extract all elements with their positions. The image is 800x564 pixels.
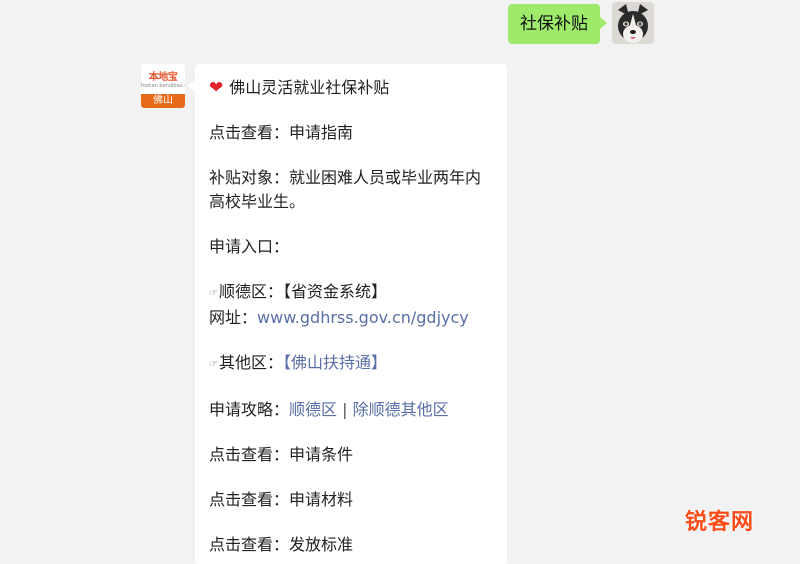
shunde-entry: ☞顺德区：【省资金系统】 网址：www.gdhrss.gov.cn/gdjycy — [209, 280, 493, 330]
guide-link[interactable]: 申请指南 — [289, 123, 353, 142]
guide-label: 点击查看： — [209, 123, 290, 142]
bot-message-bubble: ❤ 佛山灵活就业社保补贴 点击查看：申请指南 补贴对象：就业困难人员或毕业两年内高… — [188, 64, 507, 564]
target-label: 补贴对象： — [209, 168, 290, 187]
others-entry: ☞其他区：【佛山扶持通】 — [209, 351, 493, 377]
pointing-hand-icon: ☞ — [209, 288, 218, 299]
standard-label: 点击查看： — [209, 535, 290, 554]
shunde-system-link[interactable]: 【省资金系统】 — [283, 282, 387, 301]
avatar-brand-text: 本地宝 — [148, 72, 178, 83]
standard-line: 点击查看：发放标准 — [209, 533, 493, 557]
standard-link[interactable]: 发放标准 — [289, 535, 353, 554]
heart-icon: ❤ — [209, 78, 224, 98]
conditions-link[interactable]: 申请条件 — [289, 445, 353, 464]
avatar-city-label: 佛山 — [141, 94, 185, 108]
shunde-label: 顺德区： — [218, 282, 283, 301]
official-account-avatar[interactable]: 本地宝 foshan.bendibao.com 佛山 — [141, 64, 185, 108]
guide-line: 点击查看：申请指南 — [209, 121, 493, 145]
strategy-shunde-link[interactable]: 顺德区 — [289, 400, 337, 419]
materials-link[interactable]: 申请材料 — [289, 490, 353, 509]
strategy-separator: | — [342, 400, 348, 419]
entry-label: 申请入口： — [209, 237, 290, 256]
others-link[interactable]: 【佛山扶持通】 — [283, 353, 387, 372]
watermark-logo: 锐客网 — [684, 510, 754, 535]
others-label: 其他区： — [218, 353, 283, 372]
user-avatar[interactable] — [612, 2, 654, 44]
user-message-text: 社保补贴 — [520, 14, 588, 34]
strategy-other-link[interactable]: 除顺德其他区 — [353, 400, 449, 419]
message-title: ❤ 佛山灵活就业社保补贴 — [209, 76, 493, 100]
strategy-line: 申请攻略：顺德区 | 除顺德其他区 — [209, 398, 493, 422]
shunde-url-link[interactable]: www.gdhrss.gov.cn/gdjycy — [257, 308, 469, 327]
user-message-bubble[interactable]: 社保补贴 — [508, 4, 607, 44]
conditions-line: 点击查看：申请条件 — [209, 443, 493, 467]
pointing-hand-icon: ☞ — [209, 359, 218, 370]
conditions-label: 点击查看： — [209, 445, 290, 464]
husky-avatar-image — [612, 2, 654, 44]
strategy-label: 申请攻略： — [209, 400, 290, 419]
avatar-url-text: foshan.bendibao.com — [141, 83, 185, 89]
url-label: 网址： — [209, 308, 258, 327]
materials-line: 点击查看：申请材料 — [209, 488, 493, 512]
entry-line: 申请入口： — [209, 235, 493, 259]
target-line: 补贴对象：就业困难人员或毕业两年内高校毕业生。 — [209, 166, 493, 214]
materials-label: 点击查看： — [209, 490, 290, 509]
title-text: 佛山灵活就业社保补贴 — [229, 78, 390, 97]
